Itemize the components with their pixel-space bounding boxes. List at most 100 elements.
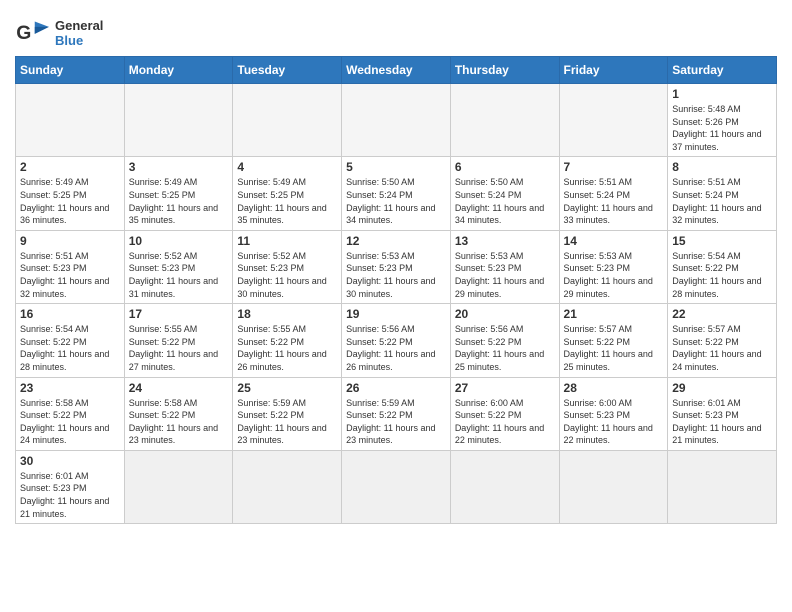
calendar-cell: 17 Sunrise: 5:55 AMSunset: 5:22 PMDayligh… (124, 304, 233, 377)
header: G General Blue (15, 10, 777, 48)
calendar-cell: 6Sunrise: 5:50 AMSunset: 5:24 PMDaylight… (450, 157, 559, 230)
day-number: 19 (346, 307, 446, 321)
calendar-cell (342, 84, 451, 157)
day-info: Sunrise: 5:52 AMSunset: 5:23 PMDaylight:… (129, 250, 229, 300)
day-number: 12 (346, 234, 446, 248)
day-info: Sunrise: 5:53 AMSunset: 5:23 PMDaylight:… (455, 250, 555, 300)
day-number: 21 (564, 307, 664, 321)
calendar-cell: 24 Sunrise: 5:58 AMSunset: 5:22 PMDayligh… (124, 377, 233, 450)
calendar-cell: 12 Sunrise: 5:53 AMSunset: 5:23 PMDayligh… (342, 230, 451, 303)
day-number: 22 (672, 307, 772, 321)
calendar-cell (668, 450, 777, 523)
day-number: 23 (20, 381, 120, 395)
day-number: 17 (129, 307, 229, 321)
day-info: Sunrise: 5:54 AMSunset: 5:22 PMDaylight:… (20, 323, 120, 373)
day-info: Sunrise: 5:50 AMSunset: 5:24 PMDaylight:… (346, 176, 446, 226)
calendar-cell: 1 Sunrise: 5:48 AMSunset: 5:26 PMDaylight… (668, 84, 777, 157)
calendar-cell: 23 Sunrise: 5:58 AMSunset: 5:22 PMDayligh… (16, 377, 125, 450)
day-info: Sunrise: 5:59 AMSunset: 5:22 PMDaylight:… (346, 397, 446, 447)
calendar-cell (16, 84, 125, 157)
day-info: Sunrise: 6:00 AMSunset: 5:22 PMDaylight:… (455, 397, 555, 447)
day-info: Sunrise: 5:48 AMSunset: 5:26 PMDaylight:… (672, 103, 772, 153)
day-number: 7 (564, 160, 664, 174)
weekday-header-sunday: Sunday (16, 57, 125, 84)
day-info: Sunrise: 5:58 AMSunset: 5:22 PMDaylight:… (20, 397, 120, 447)
day-info: Sunrise: 5:49 AMSunset: 5:25 PMDaylight:… (129, 176, 229, 226)
calendar-cell: 27 Sunrise: 6:00 AMSunset: 5:22 PMDayligh… (450, 377, 559, 450)
calendar-cell: 5 Sunrise: 5:50 AMSunset: 5:24 PMDaylight… (342, 157, 451, 230)
weekday-header-wednesday: Wednesday (342, 57, 451, 84)
day-info: Sunrise: 6:01 AMSunset: 5:23 PMDaylight:… (20, 470, 120, 520)
day-number: 10 (129, 234, 229, 248)
day-info: Sunrise: 5:55 AMSunset: 5:22 PMDaylight:… (129, 323, 229, 373)
day-number: 26 (346, 381, 446, 395)
day-info: Sunrise: 5:49 AMSunset: 5:25 PMDaylight:… (237, 176, 337, 226)
day-info: Sunrise: 5:56 AMSunset: 5:22 PMDaylight:… (346, 323, 446, 373)
logo-text: General Blue (55, 18, 103, 48)
calendar-cell: 16 Sunrise: 5:54 AMSunset: 5:22 PMDayligh… (16, 304, 125, 377)
calendar-cell: 14Sunrise: 5:53 AMSunset: 5:23 PMDayligh… (559, 230, 668, 303)
weekday-header-friday: Friday (559, 57, 668, 84)
calendar-cell: 9Sunrise: 5:51 AMSunset: 5:23 PMDaylight… (16, 230, 125, 303)
day-info: Sunrise: 5:53 AMSunset: 5:23 PMDaylight:… (564, 250, 664, 300)
calendar-cell (233, 84, 342, 157)
day-number: 6 (455, 160, 555, 174)
day-info: Sunrise: 5:58 AMSunset: 5:22 PMDaylight:… (129, 397, 229, 447)
day-number: 30 (20, 454, 120, 468)
day-info: Sunrise: 6:01 AMSunset: 5:23 PMDaylight:… (672, 397, 772, 447)
day-info: Sunrise: 5:55 AMSunset: 5:22 PMDaylight:… (237, 323, 337, 373)
day-info: Sunrise: 5:54 AMSunset: 5:22 PMDaylight:… (672, 250, 772, 300)
calendar-cell: 10 Sunrise: 5:52 AMSunset: 5:23 PMDayligh… (124, 230, 233, 303)
day-info: Sunrise: 5:53 AMSunset: 5:23 PMDaylight:… (346, 250, 446, 300)
day-number: 29 (672, 381, 772, 395)
calendar: SundayMondayTuesdayWednesdayThursdayFrid… (15, 56, 777, 524)
calendar-cell (559, 450, 668, 523)
calendar-cell (124, 84, 233, 157)
calendar-cell: 30 Sunrise: 6:01 AMSunset: 5:23 PMDayligh… (16, 450, 125, 523)
day-number: 1 (672, 87, 772, 101)
calendar-cell (559, 84, 668, 157)
day-number: 20 (455, 307, 555, 321)
day-number: 16 (20, 307, 120, 321)
day-number: 18 (237, 307, 337, 321)
calendar-cell: 21 Sunrise: 5:57 AMSunset: 5:22 PMDayligh… (559, 304, 668, 377)
calendar-cell: 26 Sunrise: 5:59 AMSunset: 5:22 PMDayligh… (342, 377, 451, 450)
day-number: 5 (346, 160, 446, 174)
svg-text:G: G (16, 22, 31, 44)
calendar-cell: 13 Sunrise: 5:53 AMSunset: 5:23 PMDayligh… (450, 230, 559, 303)
day-number: 24 (129, 381, 229, 395)
calendar-cell: 18 Sunrise: 5:55 AMSunset: 5:22 PMDayligh… (233, 304, 342, 377)
calendar-cell: 7 Sunrise: 5:51 AMSunset: 5:24 PMDaylight… (559, 157, 668, 230)
calendar-cell: 3 Sunrise: 5:49 AMSunset: 5:25 PMDaylight… (124, 157, 233, 230)
calendar-cell (342, 450, 451, 523)
calendar-cell: 25 Sunrise: 5:59 AMSunset: 5:22 PMDayligh… (233, 377, 342, 450)
day-number: 4 (237, 160, 337, 174)
day-info: Sunrise: 5:51 AMSunset: 5:24 PMDaylight:… (672, 176, 772, 226)
calendar-cell: 2 Sunrise: 5:49 AMSunset: 5:25 PMDaylight… (16, 157, 125, 230)
day-number: 3 (129, 160, 229, 174)
calendar-cell: 29 Sunrise: 6:01 AMSunset: 5:23 PMDayligh… (668, 377, 777, 450)
calendar-cell: 20 Sunrise: 5:56 AMSunset: 5:22 PMDayligh… (450, 304, 559, 377)
calendar-cell: 19 Sunrise: 5:56 AMSunset: 5:22 PMDayligh… (342, 304, 451, 377)
calendar-cell: 15Sunrise: 5:54 AMSunset: 5:22 PMDayligh… (668, 230, 777, 303)
calendar-cell: 4 Sunrise: 5:49 AMSunset: 5:25 PMDaylight… (233, 157, 342, 230)
weekday-header-saturday: Saturday (668, 57, 777, 84)
day-info: Sunrise: 5:59 AMSunset: 5:22 PMDaylight:… (237, 397, 337, 447)
day-info: Sunrise: 5:51 AMSunset: 5:24 PMDaylight:… (564, 176, 664, 226)
day-info: Sunrise: 5:57 AMSunset: 5:22 PMDaylight:… (564, 323, 664, 373)
day-info: Sunrise: 5:51 AMSunset: 5:23 PMDaylight:… (20, 250, 120, 300)
day-info: Sunrise: 5:56 AMSunset: 5:22 PMDaylight:… (455, 323, 555, 373)
day-number: 27 (455, 381, 555, 395)
day-number: 13 (455, 234, 555, 248)
day-number: 8 (672, 160, 772, 174)
day-number: 2 (20, 160, 120, 174)
day-info: Sunrise: 5:57 AMSunset: 5:22 PMDaylight:… (672, 323, 772, 373)
weekday-header-monday: Monday (124, 57, 233, 84)
calendar-cell: 8 Sunrise: 5:51 AMSunset: 5:24 PMDaylight… (668, 157, 777, 230)
day-number: 25 (237, 381, 337, 395)
day-info: Sunrise: 6:00 AMSunset: 5:23 PMDaylight:… (564, 397, 664, 447)
day-info: Sunrise: 5:49 AMSunset: 5:25 PMDaylight:… (20, 176, 120, 226)
calendar-cell: 11Sunrise: 5:52 AMSunset: 5:23 PMDayligh… (233, 230, 342, 303)
weekday-header-thursday: Thursday (450, 57, 559, 84)
logo: G General Blue (15, 18, 103, 48)
